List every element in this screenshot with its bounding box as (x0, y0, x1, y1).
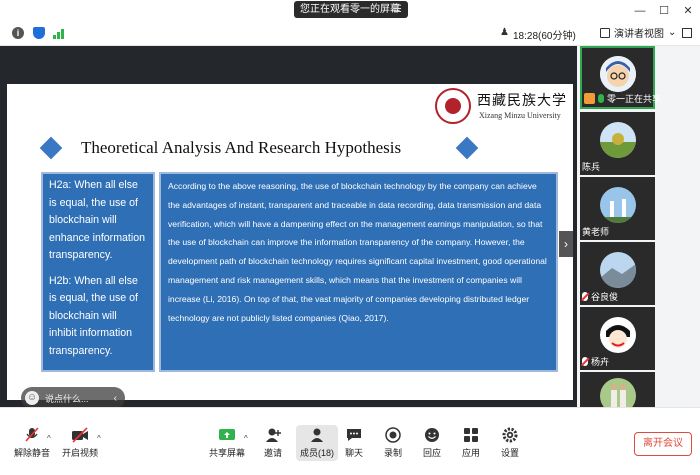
speaker-view-button[interactable]: 演讲者视图 ⌄ (600, 25, 676, 40)
apps-button[interactable]: 应用 (462, 427, 480, 459)
maximize-icon[interactable]: ☐ (652, 0, 676, 22)
title-bar: 您正在观看零一的屏幕 ☰ — ☐ ✕ (0, 0, 700, 22)
panel-toggle-arrow[interactable]: › (559, 231, 573, 257)
chevron-down-icon: ⌄ (668, 27, 677, 38)
title-diamond-right (455, 136, 479, 160)
reaction-icon (423, 427, 441, 443)
members-button[interactable]: 成员(18) (296, 425, 339, 461)
participant-tile[interactable]: 黄老师 (580, 177, 655, 240)
university-name-en: Xizang Minzu University (479, 111, 561, 120)
emoji-icon[interactable]: ☺ (25, 391, 39, 405)
reasoning-text: According to the above reasoning, the us… (168, 181, 547, 323)
unmute-label: 解除静音 (14, 448, 51, 458)
avatar (599, 55, 636, 92)
hypothesis-box: H2a: When all else is equal, the use of … (41, 172, 155, 372)
chat-label: 聊天 (345, 448, 364, 458)
university-logo (435, 88, 471, 124)
title-diamond-left (39, 136, 63, 160)
mic-on-icon (598, 94, 604, 103)
apps-label: 应用 (462, 448, 481, 458)
participant-video-panel: 零一正在共享 陈兵 黄老师 谷良俊 杨卉 (577, 46, 700, 414)
mic-muted-icon (582, 292, 588, 301)
grid-icon (600, 27, 610, 38)
hypothesis-h2b: H2b: When all else is equal, the use of … (49, 274, 138, 357)
members-label: 成员(18) (300, 448, 335, 458)
participant-label: 谷良俊 (582, 290, 618, 303)
host-icon (584, 93, 595, 104)
shared-screen: 西藏民族大学 Xizang Minzu University Theoretic… (0, 46, 577, 409)
share-screen-icon (218, 427, 236, 443)
mic-muted-icon (582, 357, 588, 366)
participant-tile[interactable]: 谷良俊 (580, 242, 655, 305)
start-video-label: 开启视频 (62, 448, 99, 458)
security-shield-icon[interactable] (33, 27, 45, 39)
start-video-button[interactable]: 开启视频 (62, 427, 98, 459)
share-banner-text: 您正在观看零一的屏幕 (300, 4, 400, 15)
close-icon[interactable]: ✕ (676, 0, 700, 22)
unmute-button[interactable]: 解除静音 (14, 427, 50, 459)
participant-label: 杨卉 (582, 355, 609, 368)
participant-name: 杨卉 (591, 357, 610, 367)
chat-button[interactable]: 聊天 (345, 427, 363, 459)
chevron-left-icon[interactable]: ‹ (114, 393, 117, 404)
gear-icon (501, 427, 519, 443)
avatar (599, 251, 636, 288)
meeting-info-bar: i ♟ 18:28(60分钟) 演讲者视图 ⌄ (0, 22, 700, 46)
chevron-up-icon[interactable]: ^ (97, 434, 101, 443)
mic-muted-icon (23, 427, 41, 443)
participant-label: 黄老师 (582, 225, 609, 238)
chat-placeholder: 说点什么... (45, 393, 89, 404)
meeting-window: 您正在观看零一的屏幕 ☰ — ☐ ✕ i ♟ 18:28(60分钟) 演讲者视图… (0, 0, 700, 475)
avatar (599, 121, 636, 158)
reactions-label: 回应 (423, 448, 442, 458)
window-controls: — ☐ ✕ (628, 0, 700, 22)
minimize-icon[interactable]: — (628, 0, 652, 22)
viewing-share-banner[interactable]: 您正在观看零一的屏幕 ☰ (294, 1, 408, 18)
apps-grid-icon (462, 427, 480, 443)
record-button[interactable]: 录制 (384, 427, 402, 459)
participant-name: 陈兵 (582, 162, 601, 172)
members-icon (308, 427, 326, 443)
chevron-up-icon[interactable]: ^ (47, 434, 51, 443)
share-screen-button[interactable]: 共享屏幕 (209, 427, 245, 459)
speaker-view-label: 演讲者视图 (614, 29, 664, 40)
invite-icon (264, 427, 282, 443)
person-icon: ♟ (500, 27, 509, 38)
participant-tile[interactable]: 杨卉 (580, 307, 655, 370)
reactions-button[interactable]: 回应 (423, 427, 441, 459)
record-icon (384, 427, 402, 443)
chat-icon (345, 427, 363, 443)
settings-button[interactable]: 设置 (501, 427, 519, 459)
participant-name: 零一正在共享 (607, 94, 662, 104)
participant-tile[interactable]: 零一正在共享 (580, 46, 661, 109)
chat-quick-input[interactable]: ☺ 说点什么... ‹ (21, 387, 125, 409)
leave-meeting-button[interactable]: 离开会议 (634, 432, 692, 456)
university-name-cn: 西藏民族大学 (477, 93, 567, 109)
reasoning-box: According to the above reasoning, the us… (159, 172, 558, 372)
settings-label: 设置 (501, 448, 520, 458)
participant-tile[interactable] (580, 372, 655, 414)
fullscreen-icon[interactable] (682, 28, 692, 38)
network-signal-icon[interactable] (53, 27, 65, 39)
meeting-toolbar: 解除静音 ^ 开启视频 ^ 共享屏幕 ^ 邀请 成员(18) 聊天 录制 回应 … (0, 407, 700, 475)
record-label: 录制 (384, 448, 403, 458)
avatar (599, 316, 636, 353)
presentation-slide: 西藏民族大学 Xizang Minzu University Theoretic… (7, 84, 573, 409)
slide-title: Theoretical Analysis And Research Hypoth… (81, 138, 402, 157)
meeting-time-label: 18:28(60分钟) (513, 31, 576, 42)
participant-label: 陈兵 (582, 160, 600, 173)
share-screen-label: 共享屏幕 (209, 448, 246, 458)
chevron-up-icon[interactable]: ^ (244, 434, 248, 443)
video-off-icon (71, 427, 89, 443)
menu-icon[interactable]: ☰ (393, 1, 402, 18)
invite-button[interactable]: 邀请 (264, 427, 282, 459)
invite-label: 邀请 (264, 448, 283, 458)
participant-label: 零一正在共享 (584, 92, 661, 105)
hypothesis-h2a: H2a: When all else is equal, the use of … (49, 179, 145, 261)
participant-tile[interactable]: 陈兵 (580, 112, 655, 175)
avatar (599, 186, 636, 223)
participant-name: 谷良俊 (591, 292, 619, 302)
participant-name: 黄老师 (582, 227, 610, 237)
info-icon[interactable]: i (12, 27, 24, 39)
